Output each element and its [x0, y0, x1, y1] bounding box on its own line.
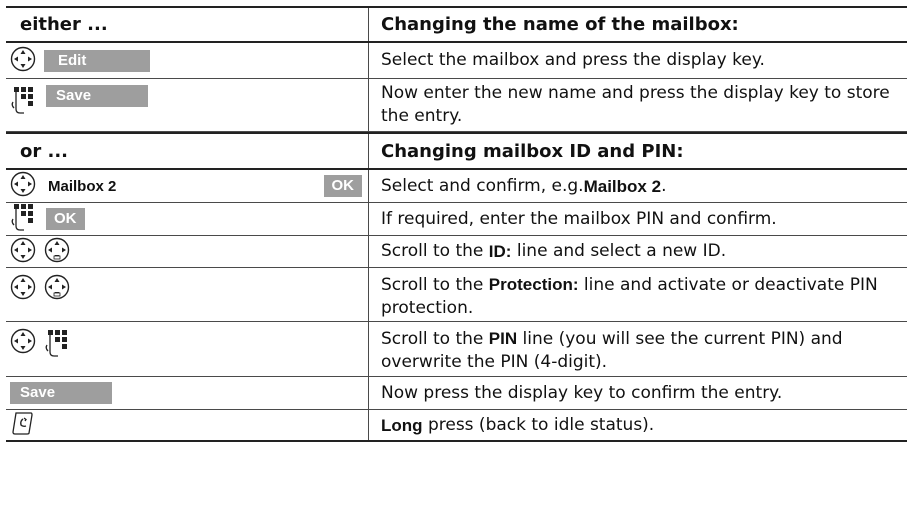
text-part: Select and confirm, e.g. [381, 175, 584, 196]
ok-softkey[interactable]: OK [46, 208, 85, 230]
step-text: Scroll to the PIN line (you will see the… [369, 322, 907, 376]
save-softkey[interactable]: Save [46, 85, 148, 107]
step-row-pin-line: Scroll to the PIN line (you will see the… [6, 322, 907, 377]
section-header-id-pin: or ... Changing mailbox ID and PIN: [6, 132, 907, 170]
step-keys [6, 322, 369, 376]
step-keys [6, 236, 369, 267]
step-keys: Save [6, 377, 369, 409]
edit-softkey[interactable]: Edit [44, 49, 150, 72]
mailbox-label: Mailbox 2 [48, 177, 117, 195]
text-part: . [661, 175, 667, 196]
text-bold: PIN [488, 329, 518, 348]
control-key-icon [44, 237, 70, 267]
step-text: Select the mailbox and press the display… [381, 50, 765, 70]
step-keys: Edit [6, 43, 369, 78]
keypad-icon [10, 85, 38, 119]
text-bold: Mailbox 2 [583, 176, 662, 196]
step-row-end: Long press (back to idle status). [6, 410, 907, 442]
control-key-icon [10, 328, 36, 358]
header-left: either ... [6, 8, 369, 41]
step-row-save-confirm: Save Now press the display key to confir… [6, 377, 907, 410]
text-part: Scroll to the [381, 275, 489, 295]
step-text: Scroll to the ID: line and select a new … [369, 236, 907, 267]
step-text: If required, enter the mailbox PIN and c… [381, 208, 777, 229]
step-keys: OK [6, 203, 369, 235]
instruction-table: either ... Changing the name of the mail… [6, 6, 907, 442]
text-part: Scroll to the [381, 241, 489, 261]
control-key-icon [44, 274, 70, 304]
header-right: Changing mailbox ID and PIN: [381, 140, 684, 162]
step-row-protection: Scroll to the Protection: line and activ… [6, 268, 907, 322]
step-row-mailbox: Mailbox 2 OK Select and confirm, e.g. Ma… [6, 170, 907, 203]
text-bold: Protection: [488, 275, 579, 294]
header-right: Changing the name of the mailbox: [381, 14, 739, 35]
keypad-icon [44, 328, 72, 362]
control-key-icon [10, 171, 36, 201]
step-text: Long press (back to idle status). [369, 410, 907, 440]
step-row-id: Scroll to the ID: line and select a new … [6, 236, 907, 268]
step-row-save: Save Now enter the new name and press th… [6, 79, 907, 132]
text-part: press (back to idle status). [422, 414, 655, 435]
section-header-rename: either ... Changing the name of the mail… [6, 6, 907, 43]
text-bold: Long [381, 415, 423, 435]
step-text: Now enter the new name and press the dis… [381, 83, 890, 126]
step-keys: Save [6, 79, 369, 131]
control-key-icon [10, 274, 36, 304]
text-part: Scroll to the [381, 329, 489, 349]
step-keys [6, 410, 369, 440]
text-bold: ID: [488, 242, 512, 261]
control-key-icon [10, 46, 36, 76]
text-part: line and select a new ID. [511, 241, 727, 261]
step-row-edit: Edit Select the mailbox and press the di… [6, 43, 907, 79]
step-text: Select and confirm, e.g. Mailbox 2. [369, 170, 907, 202]
control-key-icon [10, 237, 36, 267]
ok-softkey[interactable]: OK [323, 175, 362, 197]
step-keys [6, 268, 369, 321]
keypad-icon [10, 202, 38, 236]
save-softkey[interactable]: Save [10, 382, 112, 404]
step-keys: Mailbox 2 OK [6, 170, 369, 202]
step-row-pin-confirm: OK If required, enter the mailbox PIN an… [6, 203, 907, 236]
step-text: Scroll to the Protection: line and activ… [369, 268, 907, 321]
header-left: or ... [6, 134, 369, 168]
end-call-key-icon [10, 410, 36, 440]
step-text: Now press the display key to confirm the… [381, 382, 783, 403]
